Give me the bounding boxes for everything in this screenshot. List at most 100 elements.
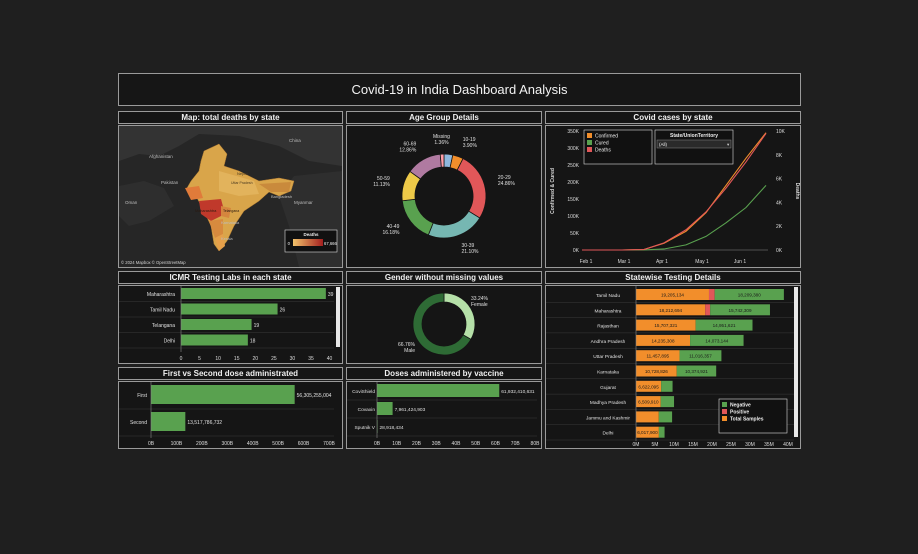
x-tick-label: 20M — [707, 442, 717, 448]
age-slice-label: 24.86% — [498, 181, 516, 187]
y2-tick-label: 6K — [776, 177, 783, 183]
x-tick-label: 60B — [491, 441, 501, 447]
x-tick-label: 5 — [198, 356, 201, 362]
x-tick-label: 500B — [272, 441, 284, 447]
bar-category-label: Telangana — [152, 323, 175, 329]
bar-category-label: Delhi — [164, 339, 175, 345]
x-tick-label: 30B — [432, 441, 442, 447]
legend-max: 67,666 — [324, 241, 337, 246]
testing-header: Statewise Testing Details — [545, 271, 801, 284]
label-china: China — [289, 138, 301, 143]
x-tick-label: 80B — [531, 441, 541, 447]
y2-tick-label: 0K — [776, 248, 783, 254]
x-tick-label: Apr 1 — [656, 259, 668, 265]
dashboard-title: Covid-19 in India Dashboard Analysis — [118, 73, 801, 106]
y-tick-label: 50K — [570, 231, 580, 237]
testing-scrollbar[interactable] — [794, 287, 798, 437]
x-tick-label: 40M — [783, 442, 793, 448]
age-slice-label: 3.90% — [463, 143, 478, 149]
bar-negative — [658, 426, 665, 438]
legend-swatch — [722, 409, 727, 414]
bar — [377, 384, 500, 397]
bar — [181, 303, 278, 315]
bar-value-label: 18 — [250, 339, 256, 345]
bar-category-label: Maharashtra — [147, 292, 175, 298]
icmr-header: ICMR Testing Labs in each state — [118, 271, 343, 284]
total-label: 10,728,826 — [645, 369, 668, 374]
bar-category-label: Maharashtra — [595, 308, 622, 314]
x-tick-label: 400B — [247, 441, 259, 447]
bar-negative — [660, 396, 675, 408]
legend-label: Confirmed — [595, 134, 618, 140]
vaccine-header: Doses administered by vaccine — [346, 367, 542, 380]
legend-swatch — [722, 402, 727, 407]
bar-value-label: 61,932,410,631 — [501, 389, 535, 395]
label-maharashtra: Maharashtra — [195, 209, 217, 213]
legend-label: Positive — [730, 410, 749, 416]
label-bangladesh: Bangladesh — [271, 194, 292, 199]
x-tick-label: 50B — [471, 441, 481, 447]
negative-label: 10,374,921 — [685, 369, 708, 374]
x-tick-label: 35 — [308, 356, 314, 362]
x-tick-label: 10M — [669, 442, 679, 448]
gender-donut-chart: 33.24%Female66.76%Male — [398, 292, 489, 356]
bar-category-label: Second — [130, 420, 147, 426]
cases-line-chart: State/UnionTerritory (All) ▾ ConfirmedCu… — [550, 129, 800, 265]
y-tick-label: 0K — [573, 248, 580, 254]
age-slice-label: 1.36% — [434, 140, 449, 146]
series-line-cured — [582, 185, 767, 251]
x-tick-label: 700B — [323, 441, 335, 447]
y-tick-label: 200K — [567, 180, 579, 186]
x-tick-label: 10B — [392, 441, 402, 447]
bar — [181, 334, 248, 346]
x-tick-label: 0 — [180, 356, 183, 362]
bar-category-label: Covaxin — [358, 407, 376, 413]
bar-total — [636, 411, 659, 423]
x-tick-label: 15M — [688, 442, 698, 448]
total-label: 19,205,134 — [661, 293, 684, 298]
legend-swatch — [587, 140, 592, 145]
negative-label: 18,209,380 — [738, 293, 761, 298]
label-myanmar: Myanmar — [294, 200, 313, 205]
age-slice — [409, 153, 442, 180]
negative-label: 14,951,621 — [713, 323, 736, 328]
bar-category-label: CoviShield — [352, 389, 375, 395]
legend-swatch — [587, 133, 592, 138]
x-tick-label: 40B — [452, 441, 462, 447]
icmr-bar-chart: Maharashtra 39 Tamil Nadu 26 Telangana 19 Delh… — [119, 286, 334, 362]
bar — [181, 288, 326, 299]
bar-negative — [661, 380, 673, 392]
x-tick-label: Mar 1 — [618, 259, 631, 265]
y2-tick-label: 8K — [776, 153, 783, 159]
x-tick-label: Feb 1 — [580, 259, 593, 265]
bar-value-label: 39 — [328, 292, 334, 298]
bar-category-label: Delhi — [603, 431, 614, 437]
bar-category-label: Jammu and Kashmir — [586, 415, 630, 421]
label-afghanistan: Afghanistan — [149, 154, 173, 159]
x-tick-label: 5M — [652, 442, 659, 448]
cases-header: Covid cases by state — [545, 111, 801, 124]
bar-value-label: 56,305,255,004 — [297, 393, 332, 399]
label-uttar-pradesh: Uttar Pradesh — [231, 181, 253, 185]
x-tick-label: 25 — [271, 356, 277, 362]
filter-value: (All) — [659, 142, 667, 147]
x-tick-label: 30M — [745, 442, 755, 448]
total-label: 6,509,910 — [638, 400, 659, 405]
x-tick-label: 40 — [327, 356, 333, 362]
negative-label: 11,016,357 — [689, 354, 712, 359]
map-legend: Deaths 0 67,666 — [284, 229, 337, 253]
india-map[interactable]: Afghanistan Pakistan China Nepal Banglad… — [119, 126, 342, 267]
label-nepal: Nepal — [237, 171, 248, 176]
age-slice-label: 21.10% — [462, 249, 480, 255]
total-label: 6,622,095 — [638, 384, 659, 389]
bar-value-label: 26 — [280, 308, 286, 314]
filter-dropdown[interactable] — [656, 139, 732, 149]
age-slice — [427, 210, 481, 239]
y2-tick-label: 10K — [776, 129, 786, 135]
bar-negative — [658, 411, 673, 423]
total-label: 11,457,895 — [646, 354, 669, 359]
bar-category-label: Karnataka — [597, 370, 619, 376]
state-filter[interactable]: State/UnionTerritory (All) ▾ — [654, 129, 734, 165]
icmr-scrollbar[interactable] — [336, 287, 340, 347]
bar-category-label: Gujarat — [600, 385, 616, 391]
